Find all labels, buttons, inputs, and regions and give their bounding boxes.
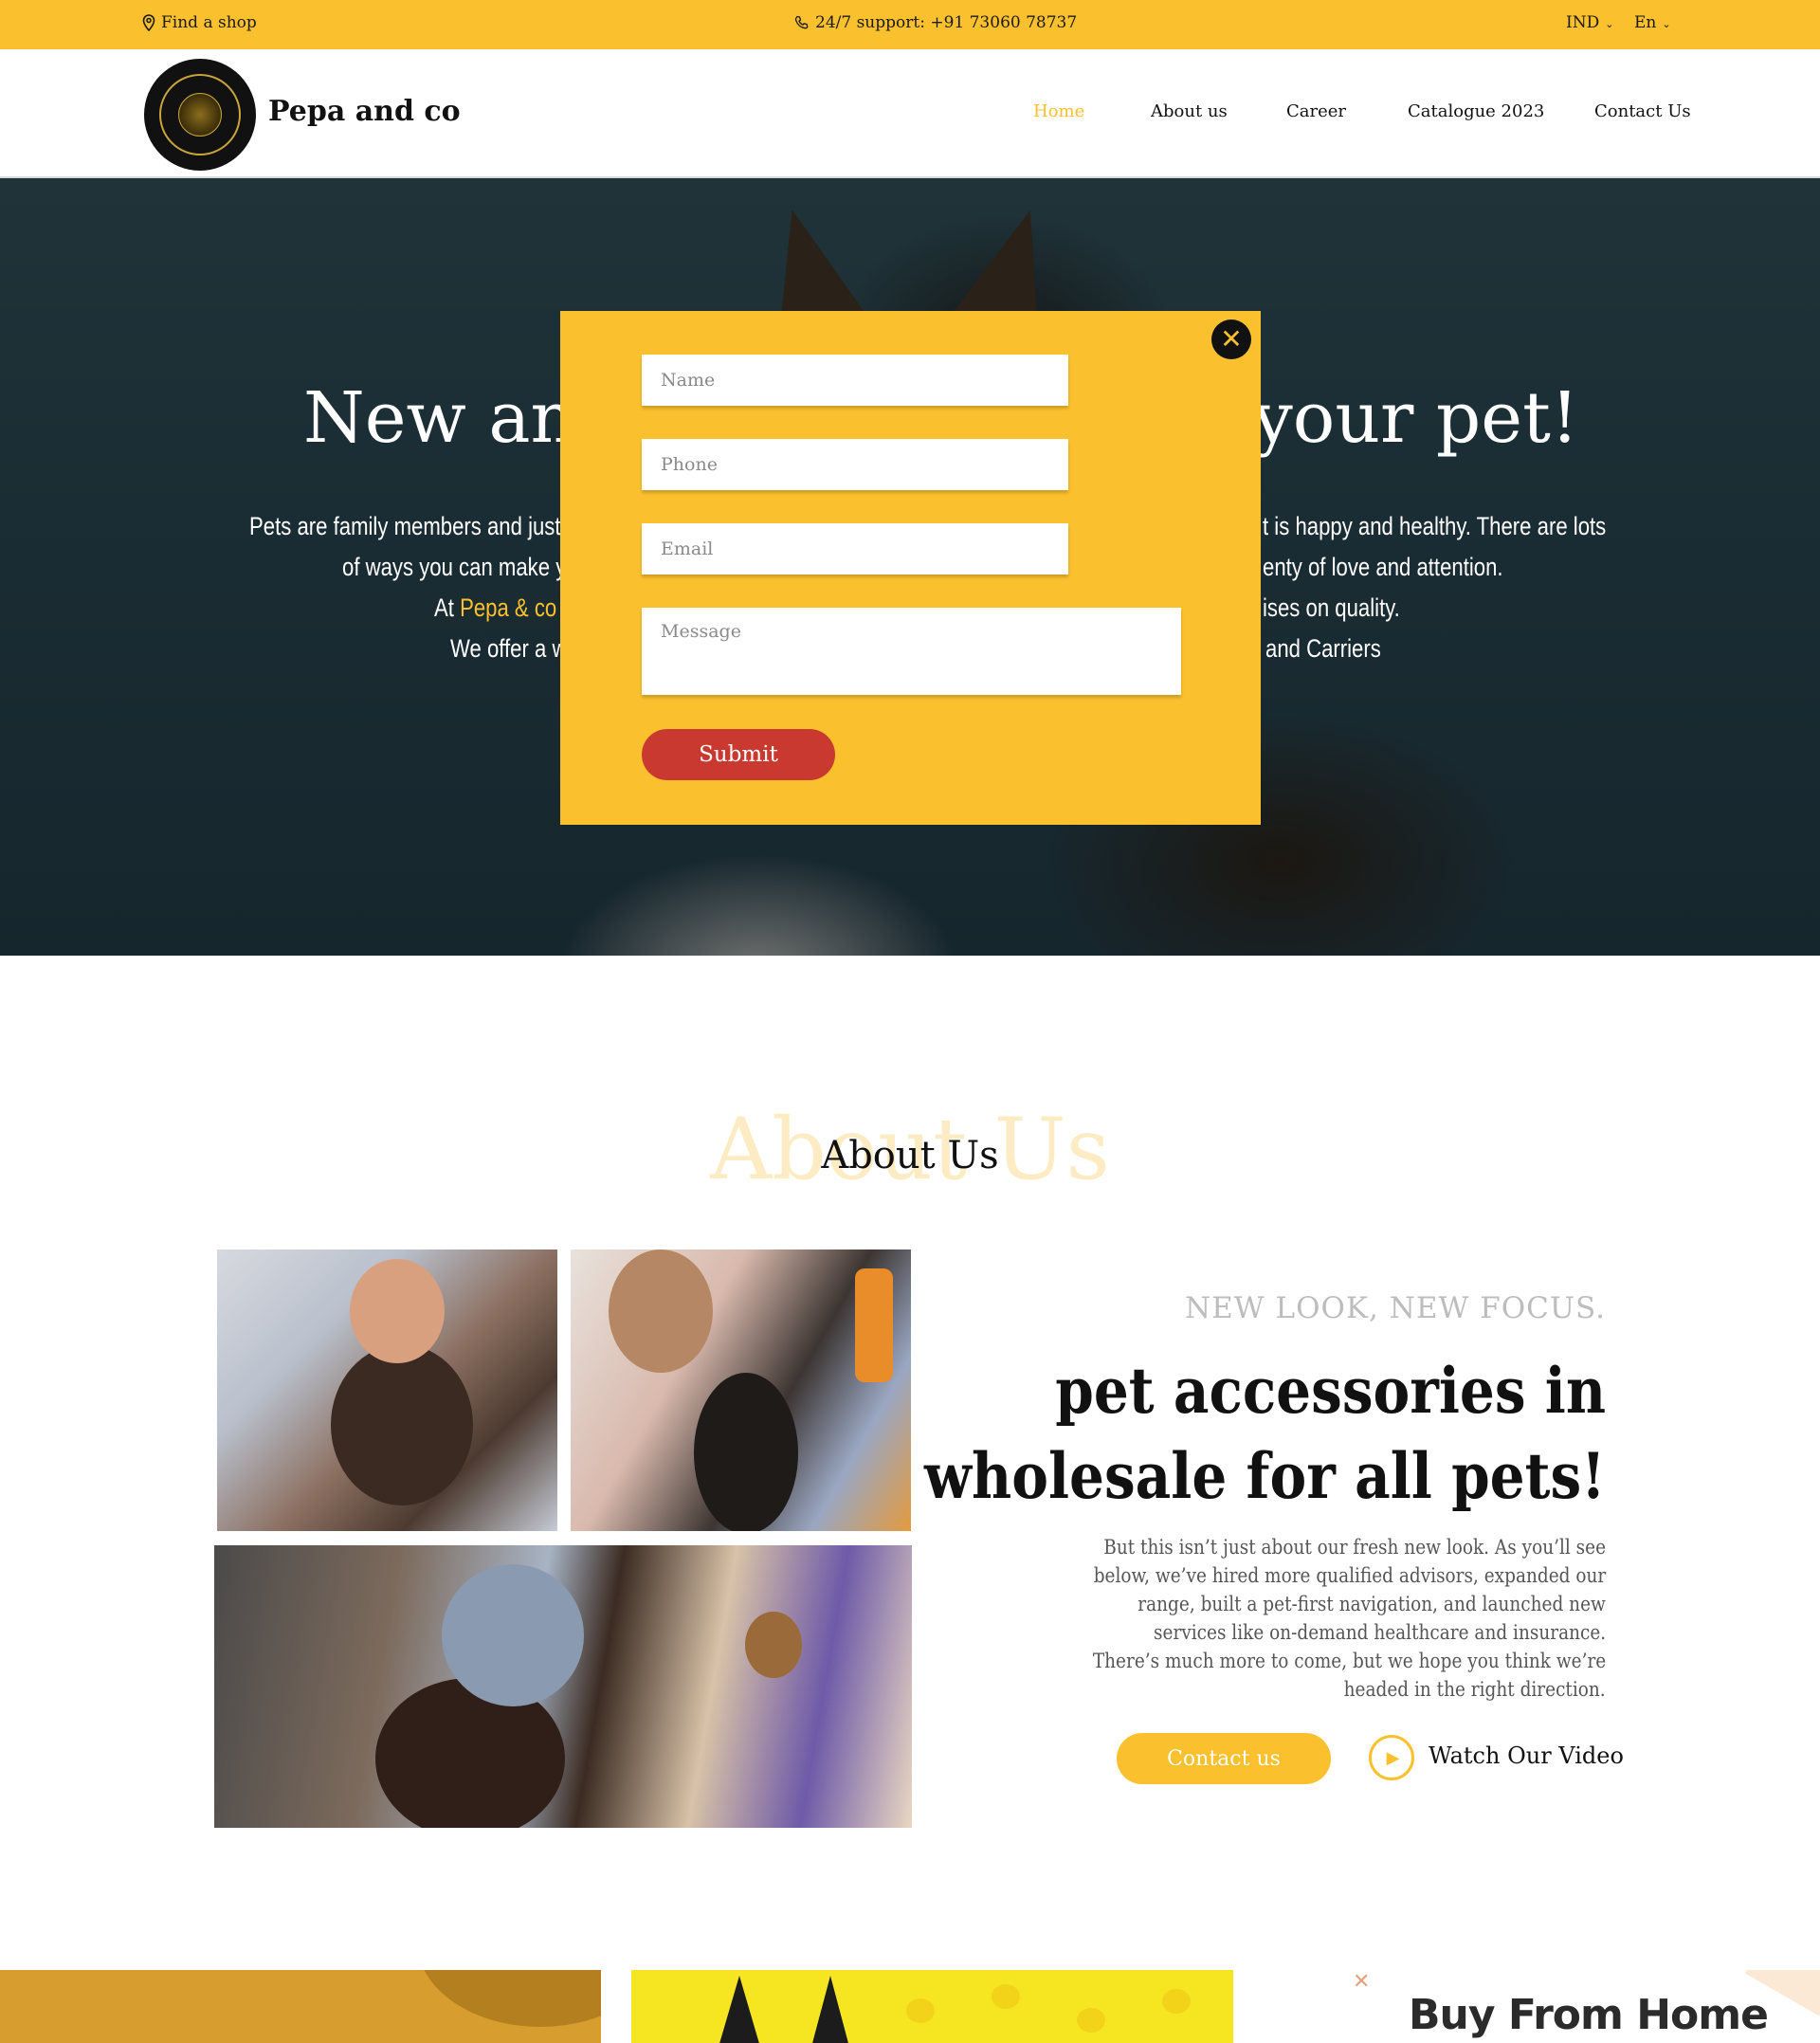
logo-ring	[159, 74, 241, 155]
hero-line-3-left: At Pepa & co P	[434, 593, 576, 623]
brand-name[interactable]: Pepa and co	[268, 95, 461, 128]
hero-line-3-prefix: At	[434, 593, 461, 622]
currency-value: IND	[1566, 13, 1600, 32]
submit-button[interactable]: Submit	[642, 729, 835, 780]
logo-emblem	[178, 93, 222, 137]
person-shape	[350, 1259, 445, 1363]
play-icon[interactable]: ▶	[1369, 1735, 1414, 1780]
phone-field[interactable]	[642, 439, 1068, 490]
about-headline-line-1: pet accessories in	[1055, 1354, 1606, 1428]
about-eyebrow: NEW LOOK, NEW FOCUS.	[1185, 1291, 1606, 1325]
paw-print-icon	[1162, 1989, 1191, 2014]
nav-catalogue[interactable]: Catalogue 2023	[1408, 101, 1544, 121]
site-header: Pepa and co Home About us Career Catalog…	[0, 49, 1820, 178]
watch-video-link[interactable]: Watch Our Video	[1429, 1742, 1624, 1769]
hero-line-2-right: enty of love and attention.	[1263, 553, 1503, 581]
support-label: 24/7 support: +91 73060 78737	[815, 13, 1078, 32]
email-field[interactable]	[642, 523, 1068, 575]
promo-card-1[interactable]	[0, 1970, 601, 2043]
brand-highlight: Pepa & co	[460, 593, 557, 622]
paw-print-icon	[992, 1984, 1020, 2009]
nav-about-us[interactable]: About us	[1151, 101, 1228, 121]
nav-home[interactable]: Home	[1033, 101, 1084, 121]
nav-career[interactable]: Career	[1286, 101, 1346, 121]
contact-modal: ✕ Submit	[560, 311, 1261, 825]
about-paragraph-line: range, built a pet-first navigation, and…	[1138, 1593, 1606, 1615]
language-value: En	[1634, 13, 1657, 32]
close-icon: ✕	[1353, 1970, 1371, 1994]
phone-icon	[794, 15, 809, 29]
support-info[interactable]: 24/7 support: +91 73060 78737	[794, 13, 1077, 32]
paw-print-icon	[906, 1998, 935, 2023]
hero-line-2-left: of ways you can make you	[342, 553, 590, 581]
decorative-shape	[417, 1970, 601, 2027]
about-paragraph-line: services like on-demand healthcare and i…	[1153, 1621, 1606, 1644]
about-paragraph-line: But this isn’t just about our fresh new …	[1103, 1536, 1606, 1559]
toy-shape	[855, 1268, 893, 1382]
promo-card-2[interactable]	[631, 1970, 1233, 2043]
dog-shape	[331, 1344, 473, 1505]
hero-line-1-left: Pets are family members and just like	[249, 512, 598, 540]
contact-us-button[interactable]: Contact us	[1117, 1733, 1331, 1784]
find-shop-link[interactable]: Find a shop	[142, 13, 257, 32]
close-icon[interactable]: ✕	[1211, 319, 1251, 359]
hero-line-4-left: We offer a wi	[450, 634, 573, 663]
dog-ear-right	[811, 1976, 849, 2043]
about-paragraph-line: below, we’ve hired more qualified adviso…	[1093, 1564, 1606, 1587]
buy-from-home-title: Buy From Home	[1409, 1991, 1769, 2039]
chevron-down-icon: ⌄	[1662, 17, 1671, 30]
person-shape	[442, 1564, 584, 1706]
top-bar: Find a shop 24/7 support: +91 73060 7873…	[0, 0, 1820, 49]
hero-line-1-right: t is happy and healthy. There are lots	[1263, 512, 1607, 540]
chevron-down-icon: ⌄	[1605, 17, 1614, 30]
promo-card-3[interactable]: ✕ Buy From Home	[1265, 1970, 1820, 2043]
hero-line-3-right: ises on quality.	[1263, 593, 1400, 622]
about-headline-line-2: wholesale for all pets!	[924, 1439, 1606, 1513]
about-paragraph-line: There’s much more to come, but we hope y…	[1092, 1650, 1606, 1672]
name-field[interactable]	[642, 355, 1068, 406]
currency-select[interactable]: IND ⌄	[1566, 13, 1613, 32]
find-shop-label: Find a shop	[161, 13, 257, 32]
toy-shape	[745, 1612, 802, 1678]
paw-print-icon	[1077, 2008, 1105, 2033]
about-paragraph-line: headed in the right direction.	[1343, 1678, 1606, 1701]
logo[interactable]	[144, 59, 256, 171]
hero-line-4-right: and Carriers	[1265, 634, 1381, 663]
hero-title-right: your pet!	[1253, 377, 1579, 459]
dog-ear-left	[719, 1976, 760, 2043]
language-select[interactable]: En ⌄	[1634, 13, 1671, 32]
nav-contact-us[interactable]: Contact Us	[1594, 101, 1691, 121]
dog-shape	[694, 1373, 798, 1531]
about-title: About Us	[821, 1134, 999, 1177]
photo-woman-dog-store	[217, 1250, 557, 1531]
message-field[interactable]	[642, 608, 1181, 695]
location-pin-icon	[142, 14, 155, 31]
photo-man-dog-toys	[214, 1545, 912, 1828]
photo-woman-reaching-toys	[571, 1250, 911, 1531]
person-shape	[609, 1250, 713, 1373]
